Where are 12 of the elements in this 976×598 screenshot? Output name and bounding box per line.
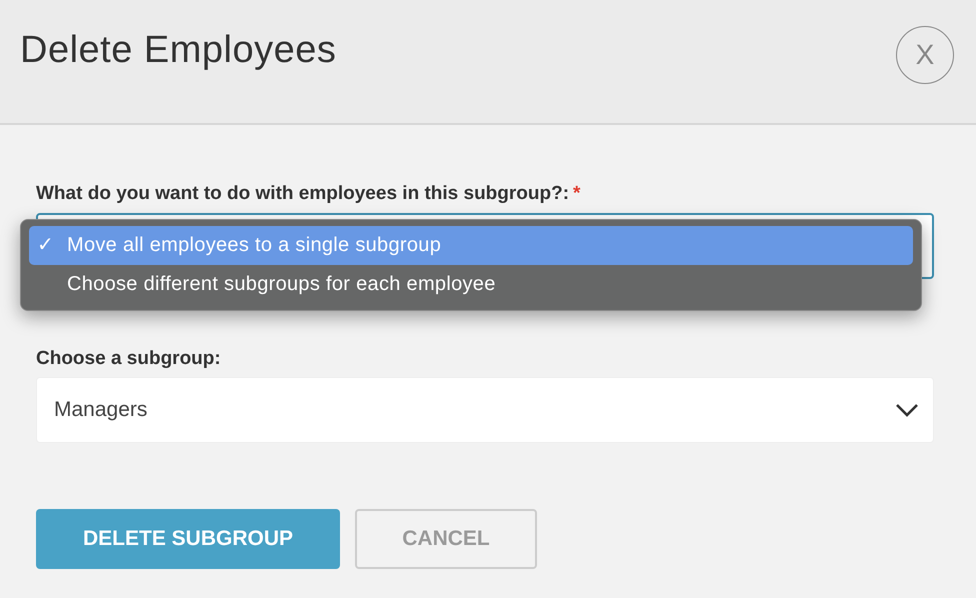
required-mark: * — [573, 182, 580, 206]
delete-button[interactable]: DELETE SUBGROUP — [36, 509, 340, 569]
dialog-title: Delete Employees — [20, 28, 336, 73]
field-label: What do you want to do with employees in this subgroup?: — [36, 182, 570, 206]
field-label: Choose a subgroup: — [36, 346, 221, 370]
select-field[interactable]: Managers — [36, 377, 934, 443]
check-icon: ✓ — [37, 230, 67, 260]
menu-option[interactable]: Choose different subgroups for each employee — [29, 264, 913, 304]
menu-option[interactable]: ✓ Move all employees to a single subgroup — [29, 226, 913, 264]
close-button[interactable]: X — [896, 26, 954, 84]
chevron-down-icon — [895, 403, 919, 417]
cancel-button[interactable]: CANCEL — [355, 509, 537, 569]
